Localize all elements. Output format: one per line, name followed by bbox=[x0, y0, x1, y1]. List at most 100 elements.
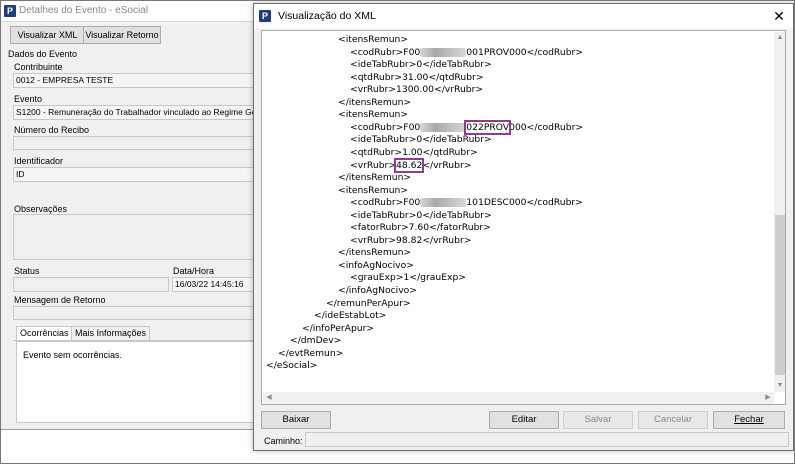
baixar-button[interactable]: Baixar bbox=[261, 411, 331, 429]
xml-line-text: <vrRubr> bbox=[350, 159, 397, 171]
status-label: Status bbox=[14, 266, 40, 276]
vertical-scroll-thumb[interactable] bbox=[775, 215, 785, 375]
scroll-right-arrow-icon[interactable]: ▶ bbox=[762, 392, 774, 404]
xml-line: <codRubr>F00 001PROV000</codRubr> bbox=[350, 47, 583, 59]
visualizar-xml-button[interactable]: Visualizar XML bbox=[10, 26, 85, 44]
xml-viewer-titlebar: P Visualização do XML ✕ bbox=[254, 4, 793, 29]
xml-line: <qtdRubr>31.00</qtdRubr> bbox=[350, 72, 484, 84]
scroll-up-arrow-icon[interactable]: ▲ bbox=[774, 32, 785, 44]
xml-line-text: </eSocial> bbox=[266, 360, 318, 372]
xml-line: <ideTabRubr>0</ideTabRubr> bbox=[350, 59, 492, 71]
xml-line: </infoAgNocivo> bbox=[338, 285, 417, 297]
xml-line-text: <itensRemun> bbox=[338, 184, 409, 196]
xml-line-text: <itensRemun> bbox=[338, 34, 409, 45]
xml-line: </itensRemun> bbox=[338, 247, 411, 259]
data-hora-field[interactable]: 16/03/22 14:45:16 bbox=[172, 277, 263, 292]
xml-text-area[interactable]: <itensRemun> <codRubr>F00 001PROV000</codR… bbox=[261, 30, 786, 405]
xml-line: <qtdRubr>1.00</qtdRubr> bbox=[350, 147, 478, 159]
xml-line-text: </itensRemun> bbox=[338, 247, 412, 259]
vertical-scrollbar[interactable]: ▲ ▼ bbox=[774, 32, 785, 392]
xml-line-text: </dmDev> bbox=[290, 335, 342, 347]
xml-line: <ideTabRubr>0</ideTabRubr> bbox=[350, 134, 492, 146]
contribuinte-label: Contribuinte bbox=[14, 62, 63, 72]
xml-viewer-dialog: P Visualização do XML ✕ <itensRemun> <cod… bbox=[253, 3, 794, 451]
xml-line: </infoPerApur> bbox=[302, 323, 374, 335]
visualizar-retorno-button[interactable]: Visualizar Retorno bbox=[83, 26, 161, 44]
xml-line-text: <vrRubr>1300.00</vrRubr> bbox=[350, 84, 484, 96]
xml-line-text: <itensRemun> bbox=[338, 109, 409, 121]
tab-mais-informacoes[interactable]: Mais Informações bbox=[71, 326, 151, 340]
xml-line-text: </ideEstabLot> bbox=[314, 310, 387, 322]
redacted-region bbox=[420, 122, 467, 132]
xml-line: </itensRemun> bbox=[338, 172, 411, 184]
xml-line-text: 001PROV000</codRubr> bbox=[466, 46, 584, 58]
xml-line-text: <vrRubr>98.82</vrRubr> bbox=[350, 234, 472, 246]
xml-line: </itensRemun> bbox=[338, 97, 411, 109]
event-details-window: P Detalhes do Evento - eSocial Visualiza… bbox=[0, 0, 266, 430]
xml-line: <itensRemun> bbox=[338, 34, 408, 46]
xml-line: </ideEstabLot> bbox=[314, 310, 386, 322]
xml-line-text: <grauExp>1</grauExp> bbox=[350, 272, 467, 284]
xml-line: <vrRubr>1300.00</vrRubr> bbox=[350, 84, 483, 96]
xml-line-text: <qtdRubr>1.00</qtdRubr> bbox=[350, 146, 478, 158]
horizontal-scrollbar[interactable]: ◀ ▶ bbox=[263, 392, 774, 404]
redacted-region bbox=[420, 47, 467, 57]
xml-line: </remunPerApur> bbox=[326, 298, 411, 310]
close-icon[interactable]: ✕ bbox=[770, 7, 788, 25]
xml-line-text: <infoAgNocivo> bbox=[338, 259, 414, 271]
xml-line-text: <codRubr>F00 bbox=[350, 46, 421, 58]
numero-recibo-field[interactable] bbox=[13, 136, 263, 150]
xml-line-text: <qtdRubr>31.00</qtdRubr> bbox=[350, 71, 484, 83]
xml-line-text: <ideTabRubr>0</ideTabRubr> bbox=[350, 59, 492, 71]
xml-line: <codRubr>F00 101DESC000</codRubr> bbox=[350, 197, 583, 209]
identificador-field[interactable]: ID bbox=[13, 167, 263, 182]
ocorrencias-panel: Evento sem ocorrências. bbox=[16, 341, 263, 423]
xml-line: </eSocial> bbox=[266, 360, 317, 372]
xml-line: <itensRemun> bbox=[338, 185, 408, 197]
xml-line: </dmDev> bbox=[290, 335, 341, 347]
xml-line-text: </infoAgNocivo> bbox=[338, 285, 417, 296]
evento-label: Evento bbox=[14, 94, 43, 104]
scroll-down-arrow-icon[interactable]: ▼ bbox=[774, 380, 785, 392]
xml-line-text: <ideTabRubr>0</ideTabRubr> bbox=[350, 209, 492, 221]
tab-ocorrencias[interactable]: Ocorrências bbox=[16, 326, 73, 340]
xml-line-text: </vrRubr> bbox=[422, 159, 472, 171]
editar-button[interactable]: Editar bbox=[489, 411, 559, 429]
xml-line: <vrRubr>48.62</vrRubr> bbox=[350, 157, 472, 173]
evento-field[interactable]: S1200 - Remuneração do Trabalhador vincu… bbox=[13, 105, 263, 120]
status-field[interactable] bbox=[13, 277, 169, 292]
xml-line: <fatorRubr>7.60</fatorRubr> bbox=[350, 222, 491, 234]
caminho-field[interactable] bbox=[305, 432, 789, 447]
xml-line: <itensRemun> bbox=[338, 109, 408, 121]
xml-line-text: </itensRemun> bbox=[338, 172, 412, 184]
xml-line-text: <ideTabRubr>0</ideTabRubr> bbox=[350, 134, 492, 146]
identificador-label: Identificador bbox=[14, 156, 64, 166]
group-label: Dados do Evento bbox=[8, 49, 78, 59]
dialog-title: Visualização do XML bbox=[278, 10, 376, 22]
xml-line: <infoAgNocivo> bbox=[338, 260, 414, 272]
xml-line-text: <codRubr>F00 bbox=[350, 121, 421, 133]
xml-line-text: <fatorRubr>7.60</fatorRubr> bbox=[350, 222, 491, 234]
data-hora-label: Data/Hora bbox=[173, 266, 215, 276]
contribuinte-field[interactable]: 0012 - EMPRESA TESTE bbox=[13, 73, 263, 88]
observacoes-label: Observações bbox=[14, 204, 68, 214]
fechar-button[interactable]: Fechar bbox=[713, 411, 785, 429]
redacted-region bbox=[420, 198, 467, 208]
xml-line-text: </itensRemun> bbox=[338, 96, 412, 108]
mensagem-retorno-field[interactable] bbox=[13, 306, 263, 320]
app-icon: P bbox=[259, 10, 271, 22]
xml-line: <grauExp>1</grauExp> bbox=[350, 272, 466, 284]
ocorrencias-text: Evento sem ocorrências. bbox=[23, 350, 123, 360]
xml-line: <codRubr>F00 022PROV000</codRubr> bbox=[350, 119, 584, 135]
xml-line: <ideTabRubr>0</ideTabRubr> bbox=[350, 210, 492, 222]
salvar-button[interactable]: Salvar bbox=[563, 411, 633, 429]
xml-line-text: </evtRemun> bbox=[278, 347, 344, 359]
scroll-left-arrow-icon[interactable]: ◀ bbox=[263, 392, 275, 404]
observacoes-field[interactable] bbox=[13, 214, 263, 260]
numero-recibo-label: Número do Recibo bbox=[14, 125, 90, 135]
xml-line: <vrRubr>98.82</vrRubr> bbox=[350, 235, 471, 247]
xml-line-text: 000</codRubr> bbox=[509, 121, 584, 133]
xml-line-text: </infoPerApur> bbox=[302, 322, 375, 334]
xml-line-text: 101DESC000</codRubr> bbox=[466, 197, 583, 209]
cancelar-button[interactable]: Cancelar bbox=[638, 411, 708, 429]
